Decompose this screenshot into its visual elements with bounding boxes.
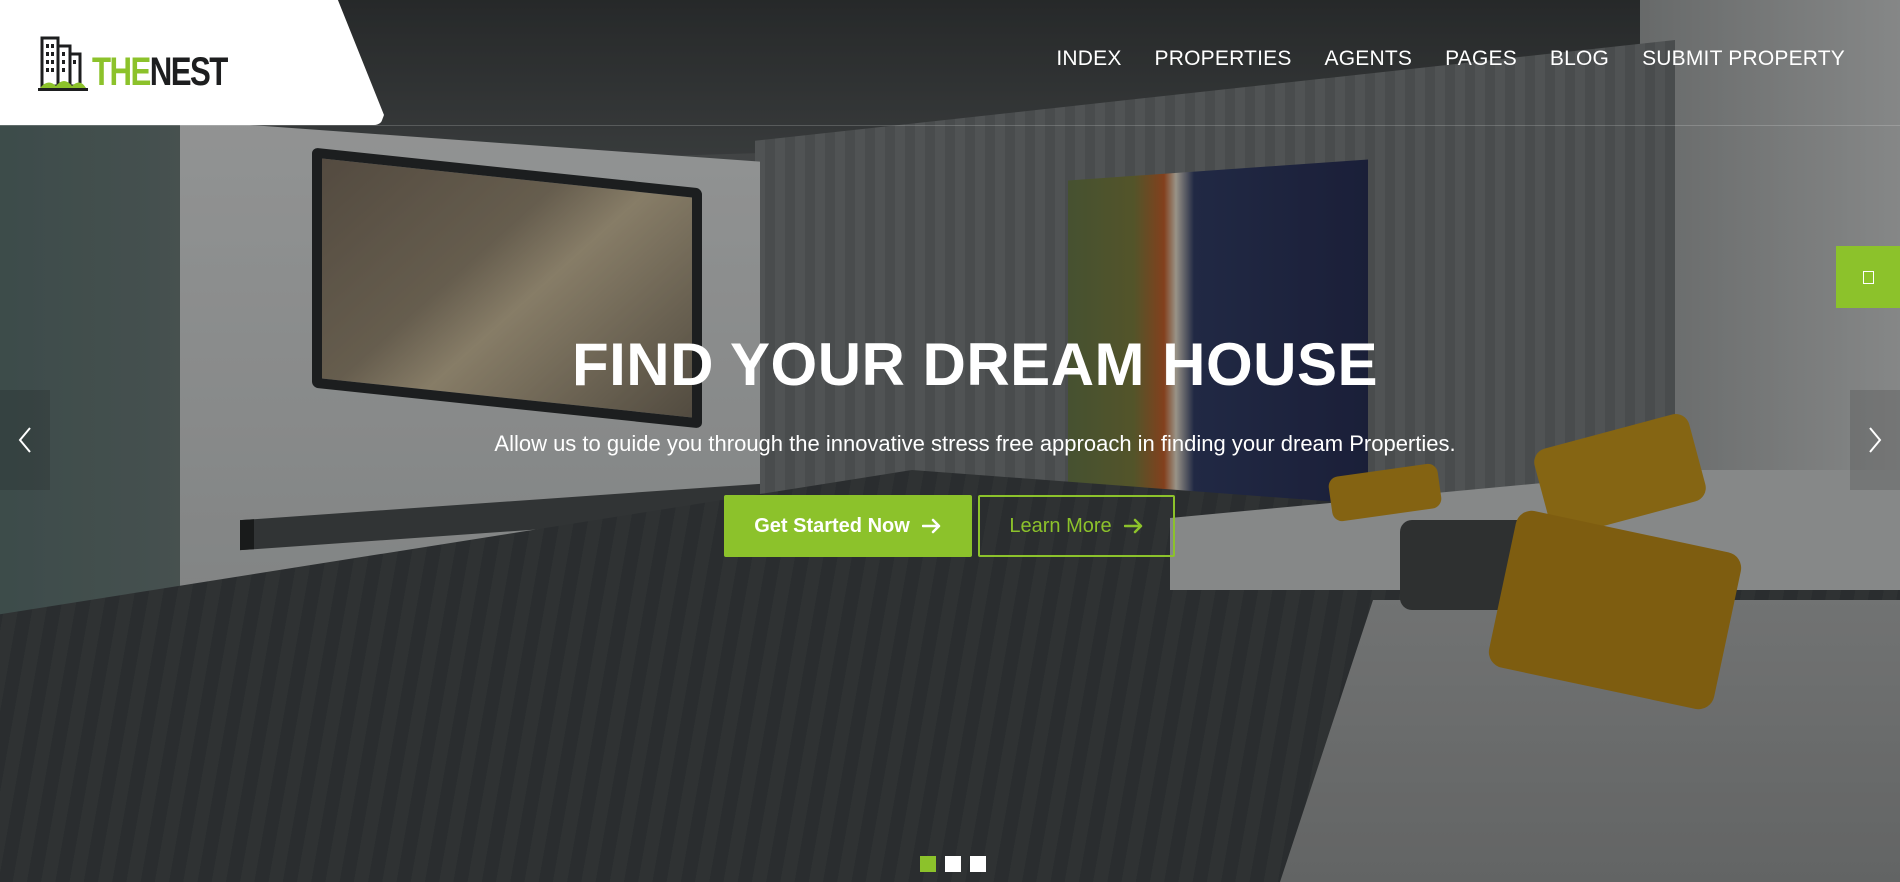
slider-prev-button[interactable] [0,390,50,490]
building-logo-icon [38,36,88,91]
hero-subtitle: Allow us to guide you through the innova… [494,431,1456,456]
nav-item-blog[interactable]: BLOG [1550,47,1609,71]
settings-tab-icon [1862,270,1874,284]
get-started-button[interactable]: Get Started Now [724,495,972,557]
chevron-left-icon [18,427,31,453]
nav-item-submit-property[interactable]: SUBMIT PROPERTY [1642,47,1845,71]
logo-suffix: NEST [149,50,229,94]
main-nav: INDEX PROPERTIES AGENTS PAGES BLOG SUBMI… [1056,47,1845,71]
slider-dot-1[interactable] [920,856,936,872]
learn-more-label: Learn More [1009,514,1112,537]
slider-pagination [920,856,986,872]
nav-item-index[interactable]: INDEX [1056,47,1121,71]
slider-dot-3[interactable] [970,856,986,872]
nav-item-pages[interactable]: PAGES [1445,47,1517,71]
hero-title: FIND YOUR DREAM HOUSE [571,331,1379,398]
slider-next-button[interactable] [1850,390,1900,490]
logo-prefix: THE [92,50,151,94]
nav-item-properties[interactable]: PROPERTIES [1155,47,1292,71]
site-logo[interactable]: THE NEST [38,32,265,92]
logo-wordmark: THE NEST [92,50,229,94]
side-settings-tab[interactable] [1836,246,1900,308]
get-started-label: Get Started Now [754,514,910,537]
slider-dot-2[interactable] [945,856,961,872]
chevron-right-icon [1869,427,1882,453]
nav-item-agents[interactable]: AGENTS [1325,47,1413,71]
arrow-right-icon [921,518,941,534]
learn-more-button[interactable]: Learn More [978,495,1175,557]
header-divider [0,125,1900,126]
arrow-right-icon [1123,518,1142,534]
